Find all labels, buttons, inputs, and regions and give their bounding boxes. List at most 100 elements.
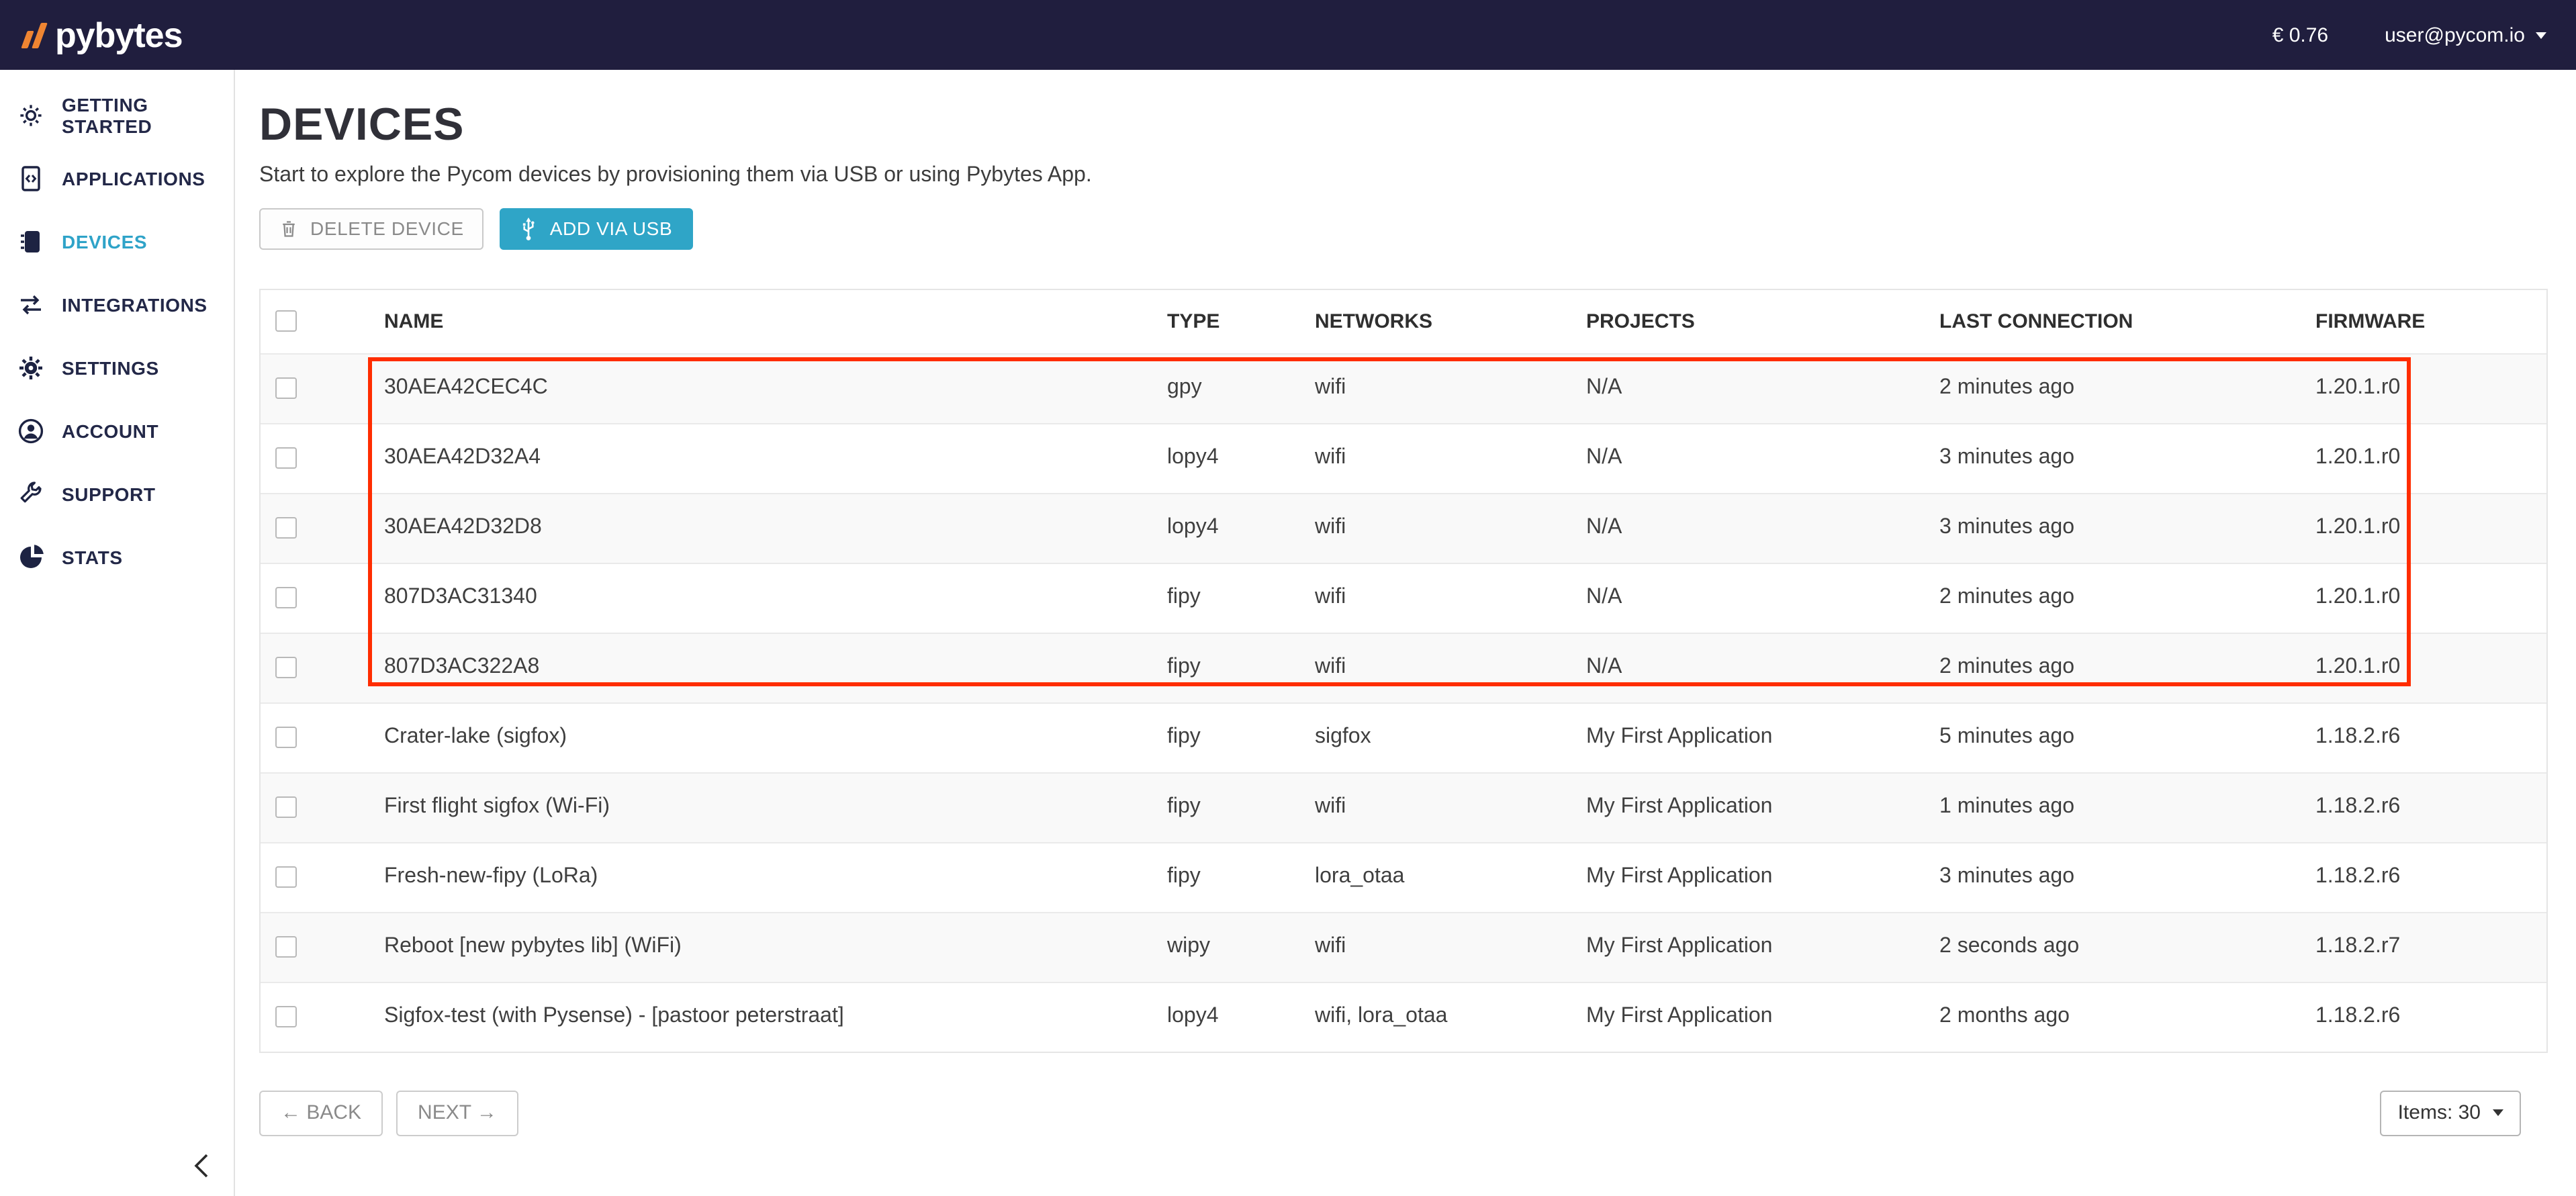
cell-projects: N/A [1586,516,1939,540]
table-row[interactable]: 807D3AC322A8 fipy wifi N/A 2 minutes ago… [261,632,2546,702]
sidebar-item-settings[interactable]: SETTINGS [0,336,234,399]
cell-last-connection: 2 seconds ago [1939,935,2315,959]
row-checkbox[interactable] [275,377,297,399]
column-header-last-connection: LAST CONNECTION [1939,310,2315,332]
row-checkbox[interactable] [275,447,297,469]
cell-name: 807D3AC322A8 [384,655,1167,680]
sidebar-item-label: ACCOUNT [62,420,158,441]
cell-type: wipy [1167,935,1315,959]
user-email: user@pycom.io [2385,24,2525,46]
sidebar-item-label: DEVICES [62,230,147,252]
table-row[interactable]: 30AEA42D32D8 lopy4 wifi N/A 3 minutes ag… [261,492,2546,562]
sidebar-item-label: INTEGRATIONS [62,293,208,315]
row-checkbox[interactable] [275,517,297,539]
delete-device-label: DELETE DEVICE [310,218,464,239]
cell-networks: wifi, lora_otaa [1315,1005,1586,1029]
cell-type: gpy [1167,376,1315,400]
topbar-right: € 0.76 user@pycom.io [2272,24,2546,46]
cell-networks: wifi [1315,935,1586,959]
cell-type: lopy4 [1167,1005,1315,1029]
cell-projects: My First Application [1586,725,1939,749]
page-subtitle: Start to explore the Pycom devices by pr… [259,163,2548,187]
cell-firmware: 1.20.1.r0 [2315,586,2546,610]
table-body: 30AEA42CEC4C gpy wifi N/A 2 minutes ago … [261,353,2546,1051]
cell-name: Crater-lake (sigfox) [384,725,1167,749]
table-row[interactable]: Fresh-new-fipy (LoRa) fipy lora_otaa My … [261,841,2546,911]
add-via-usb-label: ADD VIA USB [550,218,672,239]
cell-type: fipy [1167,795,1315,819]
row-checkbox[interactable] [275,727,297,748]
sidebar-collapse-button[interactable] [185,1148,220,1183]
cell-projects: N/A [1586,655,1939,680]
cell-projects: N/A [1586,376,1939,400]
column-header-name: NAME [384,310,1167,332]
main-content: DEVICES Start to explore the Pycom devic… [235,70,2576,1196]
delete-device-button[interactable]: DELETE DEVICE [259,208,484,249]
back-button[interactable]: ← BACK [259,1090,383,1136]
sidebar-item-label: SUPPORT [62,483,156,504]
cell-networks: sigfox [1315,725,1586,749]
pybytes-logo[interactable]: pybytes [24,17,183,52]
sidebar-item-applications[interactable]: APPLICATIONS [0,146,234,210]
sidebar-item-getting-started[interactable]: GETTING STARTED [0,83,234,146]
cell-last-connection: 3 minutes ago [1939,865,2315,889]
select-all-checkbox[interactable] [275,310,297,332]
column-header-networks: NETWORKS [1315,310,1586,332]
row-checkbox[interactable] [275,1006,297,1027]
sidebar-item-stats[interactable]: STATS [0,525,234,588]
cell-last-connection: 3 minutes ago [1939,446,2315,470]
row-checkbox[interactable] [275,936,297,958]
sidebar-item-account[interactable]: ACCOUNT [0,399,234,462]
sidebar-item-label: APPLICATIONS [62,167,205,189]
sidebar-item-label: STATS [62,546,123,567]
cell-firmware: 1.18.2.r6 [2315,795,2546,819]
table-row[interactable]: First flight sigfox (Wi-Fi) fipy wifi My… [261,772,2546,841]
usb-icon [520,216,538,241]
pagination-bar: ← BACK NEXT → Items: 30 [259,1090,2548,1136]
row-checkbox[interactable] [275,866,297,888]
table-row[interactable]: Sigfox-test (with Pysense) - [pastoor pe… [261,981,2546,1051]
cell-name: 30AEA42D32A4 [384,446,1167,470]
table-row[interactable]: 30AEA42CEC4C gpy wifi N/A 2 minutes ago … [261,353,2546,422]
sidebar-item-label: SETTINGS [62,357,159,378]
items-per-page-select[interactable]: Items: 30 [2381,1090,2521,1136]
user-menu[interactable]: user@pycom.io [2385,24,2546,46]
cell-networks: wifi [1315,655,1586,680]
cell-type: fipy [1167,865,1315,889]
cell-name: 30AEA42CEC4C [384,376,1167,400]
cell-networks: wifi [1315,795,1586,819]
logo-slashes-icon [24,22,43,48]
table-row[interactable]: 30AEA42D32A4 lopy4 wifi N/A 3 minutes ag… [261,422,2546,492]
add-via-usb-button[interactable]: ADD VIA USB [500,208,692,249]
table-row[interactable]: 807D3AC31340 fipy wifi N/A 2 minutes ago… [261,562,2546,632]
cell-firmware: 1.18.2.r6 [2315,865,2546,889]
cell-last-connection: 3 minutes ago [1939,516,2315,540]
sidebar-item-devices[interactable]: DEVICES [0,210,234,273]
row-checkbox[interactable] [275,796,297,818]
cell-firmware: 1.18.2.r6 [2315,725,2546,749]
table-row[interactable]: Reboot [new pybytes lib] (WiFi) wipy wif… [261,911,2546,981]
items-per-page-label: Items: 30 [2398,1101,2481,1124]
cell-firmware: 1.20.1.r0 [2315,655,2546,680]
cell-type: fipy [1167,655,1315,680]
cell-networks: wifi [1315,516,1586,540]
cell-name: 807D3AC31340 [384,586,1167,610]
arrows-exchange-icon [16,289,46,319]
cell-projects: N/A [1586,446,1939,470]
cell-last-connection: 2 months ago [1939,1005,2315,1029]
cell-type: lopy4 [1167,446,1315,470]
chevron-left-icon [189,1150,216,1182]
table-header-row: NAME TYPE NETWORKS PROJECTS LAST CONNECT… [261,289,2546,353]
cell-last-connection: 2 minutes ago [1939,376,2315,400]
row-checkbox[interactable] [275,587,297,608]
cell-networks: wifi [1315,586,1586,610]
sidebar: GETTING STARTED APPLICATIONS DEVICES INT… [0,70,235,1196]
next-button[interactable]: NEXT → [396,1090,518,1136]
sidebar-item-integrations[interactable]: INTEGRATIONS [0,273,234,336]
row-checkbox[interactable] [275,657,297,678]
sidebar-item-support[interactable]: SUPPORT [0,462,234,525]
table-row[interactable]: Crater-lake (sigfox) fipy sigfox My Firs… [261,702,2546,772]
cell-firmware: 1.20.1.r0 [2315,516,2546,540]
cell-networks: lora_otaa [1315,865,1586,889]
chevron-down-icon [2536,32,2546,38]
